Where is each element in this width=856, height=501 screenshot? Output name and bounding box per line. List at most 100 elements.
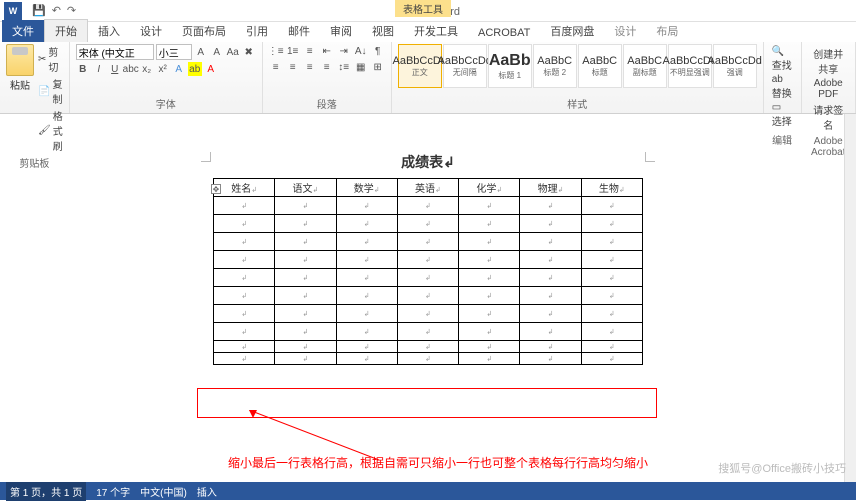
table-cell[interactable]: ↲ xyxy=(520,353,581,365)
style-强调[interactable]: AaBbCcDd强调 xyxy=(713,44,757,88)
table-cell[interactable]: ↲ xyxy=(459,341,520,353)
acrobat-create-button[interactable]: 创建并共享 xyxy=(810,46,847,76)
table-cell[interactable]: ↲ xyxy=(459,197,520,215)
grades-table[interactable]: 姓名↲语文↲数学↲英语↲化学↲物理↲生物↲↲↲↲↲↲↲↲↲↲↲↲↲↲↲↲↲↲↲↲… xyxy=(213,178,643,365)
acrobat-sign-button[interactable]: 请求签名 xyxy=(810,102,847,132)
grow-font-icon[interactable]: A xyxy=(194,45,208,59)
table-cell[interactable]: ↲ xyxy=(581,287,642,305)
style-标题[interactable]: AaBbC标题 xyxy=(578,44,622,88)
status-lang[interactable]: 中文(中国) xyxy=(140,484,187,499)
table-cell[interactable]: ↲ xyxy=(336,341,397,353)
table-cell[interactable]: ↲ xyxy=(397,269,458,287)
borders-icon[interactable]: ⊞ xyxy=(371,60,385,74)
bullets-icon[interactable]: ⋮≡ xyxy=(269,44,283,58)
table-cell[interactable]: ↲ xyxy=(336,353,397,365)
tab-review[interactable]: 审阅 xyxy=(320,20,362,42)
subscript-icon[interactable]: x₂ xyxy=(140,62,154,76)
tab-baidu[interactable]: 百度网盘 xyxy=(540,20,604,42)
table-cell[interactable]: ↲ xyxy=(214,251,275,269)
table-cell[interactable]: ↲ xyxy=(459,287,520,305)
tab-mailings[interactable]: 邮件 xyxy=(278,20,320,42)
table-cell[interactable]: ↲ xyxy=(214,269,275,287)
superscript-icon[interactable]: x² xyxy=(156,62,170,76)
style-副标题[interactable]: AaBbC副标题 xyxy=(623,44,667,88)
clear-format-icon[interactable]: ✖ xyxy=(242,45,256,59)
save-icon[interactable]: 💾 xyxy=(32,4,46,17)
align-center-icon[interactable]: ≡ xyxy=(286,60,300,74)
table-cell[interactable]: ↲ xyxy=(214,233,275,251)
table-cell[interactable]: ↲ xyxy=(214,197,275,215)
header-cell[interactable]: 化学↲ xyxy=(459,179,520,197)
table-cell[interactable]: ↲ xyxy=(336,215,397,233)
table-cell[interactable]: ↲ xyxy=(520,341,581,353)
table-cell[interactable]: ↲ xyxy=(520,287,581,305)
table-cell[interactable]: ↲ xyxy=(214,215,275,233)
indent-left-icon[interactable]: ⇤ xyxy=(320,44,334,58)
header-cell[interactable]: 姓名↲ xyxy=(214,179,275,197)
table-cell[interactable]: ↲ xyxy=(520,305,581,323)
table-cell[interactable]: ↲ xyxy=(275,353,336,365)
header-cell[interactable]: 语文↲ xyxy=(275,179,336,197)
change-case-icon[interactable]: Aa xyxy=(226,45,240,59)
table-cell[interactable]: ↲ xyxy=(459,323,520,341)
tab-table-layout[interactable]: 布局 xyxy=(646,20,688,42)
table-cell[interactable]: ↲ xyxy=(397,287,458,305)
table-cell[interactable]: ↲ xyxy=(520,251,581,269)
tab-developer[interactable]: 开发工具 xyxy=(404,20,468,42)
table-cell[interactable]: ↲ xyxy=(336,251,397,269)
table-cell[interactable]: ↲ xyxy=(520,215,581,233)
format-painter-button[interactable]: 🖌 格式刷 xyxy=(38,108,63,153)
show-marks-icon[interactable]: ¶ xyxy=(371,44,385,58)
table-cell[interactable]: ↲ xyxy=(336,323,397,341)
table-cell[interactable]: ↲ xyxy=(336,269,397,287)
table-cell[interactable]: ↲ xyxy=(275,197,336,215)
table-cell[interactable]: ↲ xyxy=(581,269,642,287)
find-button[interactable]: 🔍 查找 xyxy=(772,46,793,72)
replace-button[interactable]: ab 替换 xyxy=(772,74,793,100)
style-标题 2[interactable]: AaBbC标题 2 xyxy=(533,44,577,88)
table-cell[interactable]: ↲ xyxy=(336,287,397,305)
bold-icon[interactable]: B xyxy=(76,62,90,76)
table-cell[interactable]: ↲ xyxy=(459,305,520,323)
redo-icon[interactable]: ↷ xyxy=(67,4,76,17)
undo-icon[interactable]: ↶ xyxy=(52,4,61,17)
header-cell[interactable]: 生物↲ xyxy=(581,179,642,197)
multilevel-icon[interactable]: ≡ xyxy=(303,44,317,58)
table-cell[interactable]: ↲ xyxy=(397,353,458,365)
table-cell[interactable]: ↲ xyxy=(581,323,642,341)
table-cell[interactable]: ↲ xyxy=(275,305,336,323)
table-cell[interactable]: ↲ xyxy=(214,305,275,323)
table-cell[interactable]: ↲ xyxy=(214,353,275,365)
style-正文[interactable]: AaBbCcDd正文 xyxy=(398,44,442,88)
table-cell[interactable]: ↲ xyxy=(459,215,520,233)
tab-home[interactable]: 开始 xyxy=(44,19,88,42)
tab-references[interactable]: 引用 xyxy=(236,20,278,42)
table-cell[interactable]: ↲ xyxy=(397,233,458,251)
table-cell[interactable]: ↲ xyxy=(397,197,458,215)
table-cell[interactable]: ↲ xyxy=(275,341,336,353)
style-标题 1[interactable]: AaBb标题 1 xyxy=(488,44,532,88)
cut-button[interactable]: ✂ 剪切 xyxy=(38,44,63,74)
table-cell[interactable]: ↲ xyxy=(214,287,275,305)
align-right-icon[interactable]: ≡ xyxy=(303,60,317,74)
table-cell[interactable]: ↲ xyxy=(581,215,642,233)
numbering-icon[interactable]: 1≡ xyxy=(286,44,300,58)
strike-icon[interactable]: abc xyxy=(124,62,138,76)
table-title[interactable]: 成绩表↲ xyxy=(193,134,663,178)
justify-icon[interactable]: ≡ xyxy=(320,60,334,74)
font-name-select[interactable] xyxy=(76,44,154,60)
table-cell[interactable]: ↲ xyxy=(336,197,397,215)
table-cell[interactable]: ↲ xyxy=(275,251,336,269)
select-button[interactable]: ▭ 选择 xyxy=(772,102,793,128)
table-cell[interactable]: ↲ xyxy=(397,305,458,323)
table-cell[interactable]: ↲ xyxy=(214,341,275,353)
status-insert[interactable]: 插入 xyxy=(197,484,217,499)
tab-table-design[interactable]: 设计 xyxy=(604,20,646,42)
table-cell[interactable]: ↲ xyxy=(336,305,397,323)
table-cell[interactable]: ↲ xyxy=(520,233,581,251)
tab-design[interactable]: 设计 xyxy=(130,20,172,42)
table-cell[interactable]: ↲ xyxy=(581,251,642,269)
table-cell[interactable]: ↲ xyxy=(397,215,458,233)
table-cell[interactable]: ↲ xyxy=(336,233,397,251)
table-cell[interactable]: ↲ xyxy=(275,215,336,233)
